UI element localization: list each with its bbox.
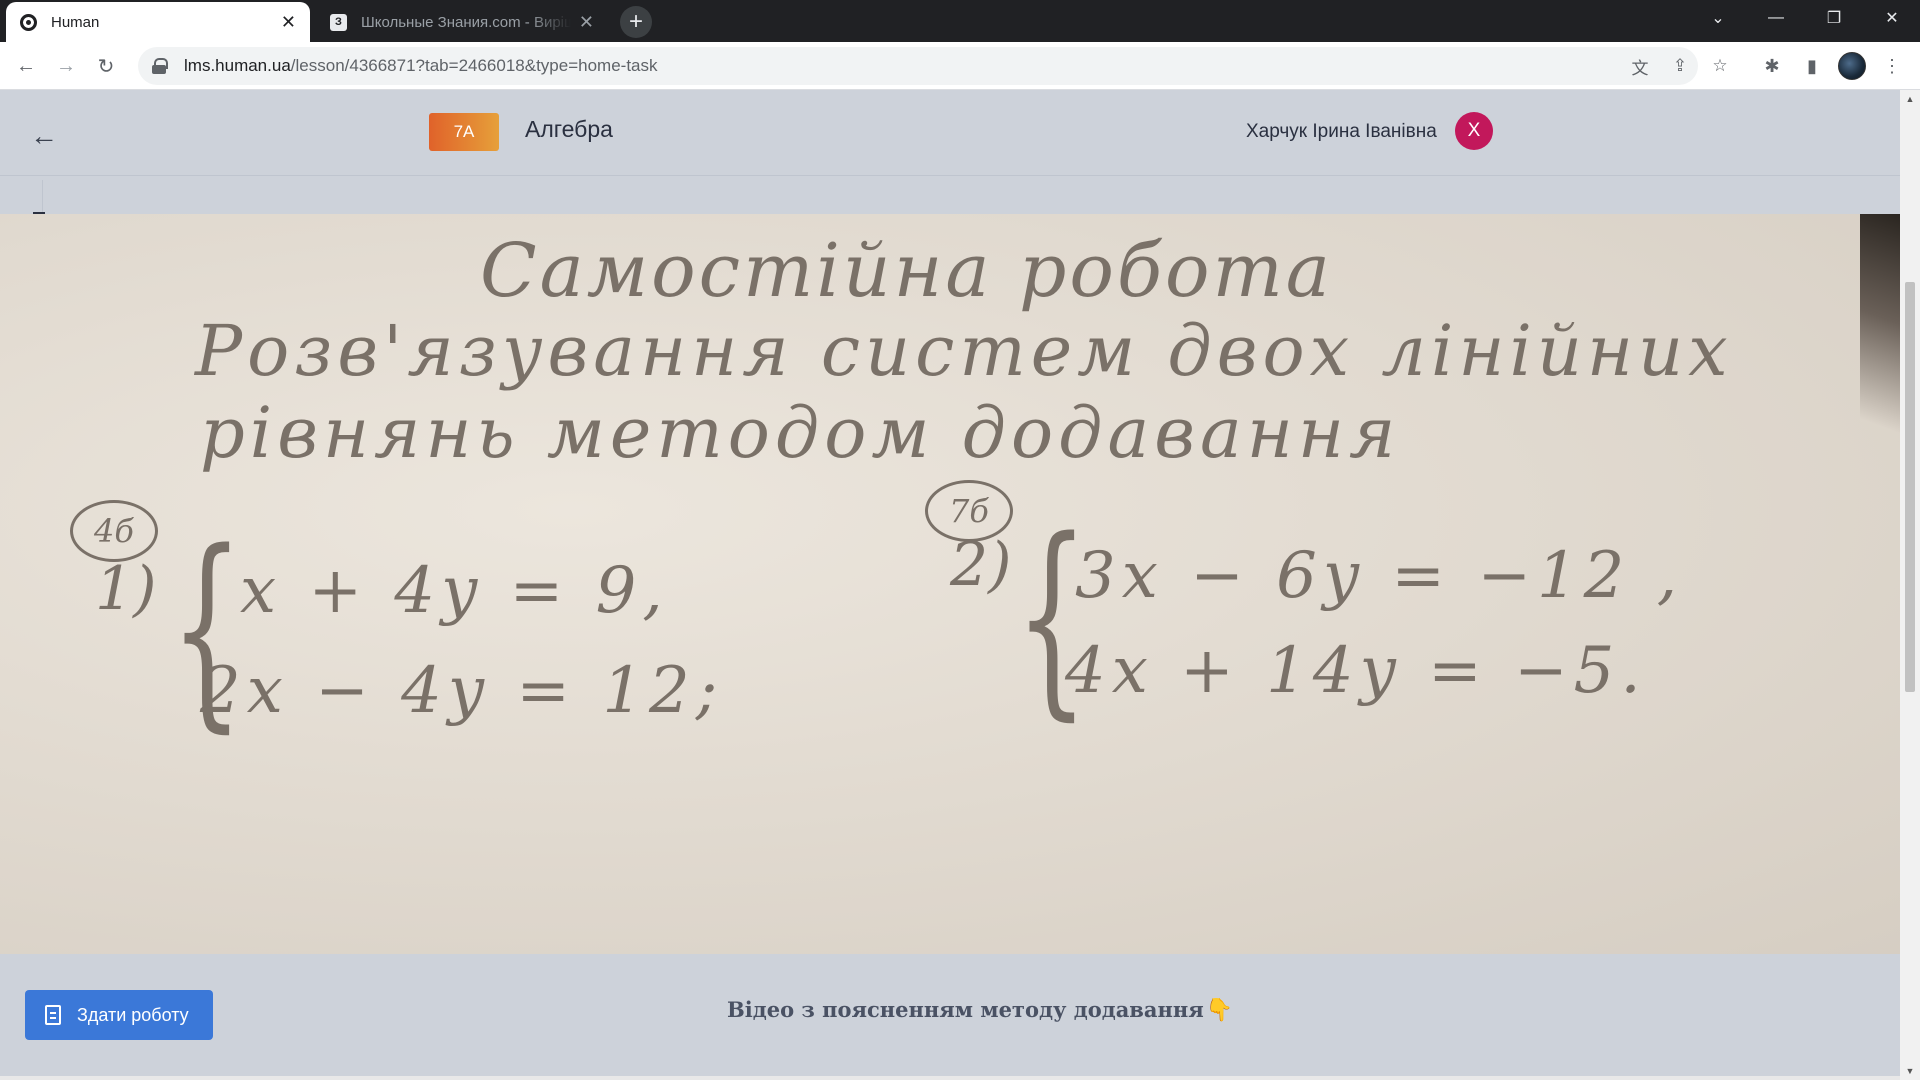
tab-search-icon[interactable]: ⌄ [1690,0,1746,36]
new-tab-button[interactable]: + [620,6,652,38]
task2-equation1: 3x − 6y = −12 , [1075,539,1684,613]
pointing-down-icon: 👇 [1205,997,1234,1023]
task1-equation1: x + 4y = 9, [240,554,669,628]
task2-equation2: 4x + 14y = −5. [1065,634,1647,708]
extensions-icon[interactable]: ✱ [1756,50,1788,82]
scroll-down-icon[interactable]: ▼ [1905,1066,1915,1076]
class-badge: 7А [429,113,499,151]
scrollbar-thumb[interactable] [1905,282,1915,692]
back-arrow-icon[interactable]: ← [30,120,58,152]
clipboard-icon [45,1005,61,1025]
back-icon[interactable]: ← [10,50,42,82]
close-icon[interactable]: ✕ [281,12,296,33]
minimize-button[interactable]: — [1748,0,1804,36]
bookmark-star-icon[interactable]: ☆ [1708,54,1732,78]
close-icon[interactable]: ✕ [579,12,594,33]
task1-number: 1) [95,554,157,624]
tab-title: Школьные Знания.com - Вирішуйте домашні … [361,13,571,31]
photo-shadow [1860,214,1900,474]
tab-title: Human [51,13,100,31]
browser-tabstrip: Human ✕ З Школьные Знания.com - Вирішуйт… [0,0,1920,42]
submit-work-button[interactable]: Здати роботу [25,990,213,1040]
task1-equation2: 2x − 4y = 12; [200,654,724,728]
bottom-strip [0,1076,1900,1080]
share-icon[interactable]: ⇪ [1668,54,1692,78]
task2-number: 2) [950,530,1012,600]
task1-grade-circle: 4б [70,500,158,562]
tab-human[interactable]: Human ✕ [6,2,310,42]
browser-toolbar: ← → ↻ lms.human.ua/lesson/4366871?tab=24… [0,42,1920,90]
menu-kebab-icon[interactable]: ⋮ [1876,50,1908,82]
znanija-favicon-icon: З [330,13,347,31]
page-scrollbar[interactable]: ▲ ▼ [1900,90,1920,1080]
lock-icon[interactable] [152,58,168,74]
translate-icon[interactable]: 文 [1628,54,1652,78]
teacher-avatar[interactable]: Х [1455,112,1493,150]
forward-icon[interactable]: → [50,50,82,82]
lesson-header: ← 7А Алгебра Харчук Ірина Іванівна Х [0,90,1900,176]
reload-icon[interactable]: ↻ [90,50,122,82]
url-text[interactable]: lms.human.ua/lesson/4366871?tab=2466018&… [184,56,658,76]
homework-subtitle-line1: Розв'язування систем двох лінійних [195,310,1733,392]
tab-znanija[interactable]: З Школьные Знания.com - Вирішуйте домашн… [316,2,608,42]
homework-title: Самостійна робота [480,228,1333,314]
profile-avatar[interactable] [1836,50,1868,82]
close-window-button[interactable]: ✕ [1864,0,1920,36]
homework-subtitle-line2: рівнянь методом додавання [200,392,1401,474]
teacher-name: Харчук Ірина Іванівна [1246,121,1437,142]
video-caption: Відео з поясненням методу додавання👇 [727,997,1234,1023]
address-bar[interactable]: lms.human.ua/lesson/4366871?tab=2466018&… [138,47,1728,85]
side-panel-icon[interactable]: ▮ [1796,50,1828,82]
subject-title: Алгебра [525,116,613,142]
restore-button[interactable]: ❐ [1806,0,1862,36]
homework-photo[interactable]: Самостійна робота Розв'язування систем д… [0,214,1900,954]
page-viewport: ← 7А Алгебра Харчук Ірина Іванівна Х Сам… [0,90,1900,1080]
scroll-up-icon[interactable]: ▲ [1905,94,1915,104]
human-favicon-icon [20,13,37,31]
submit-label: Здати роботу [77,1004,189,1025]
